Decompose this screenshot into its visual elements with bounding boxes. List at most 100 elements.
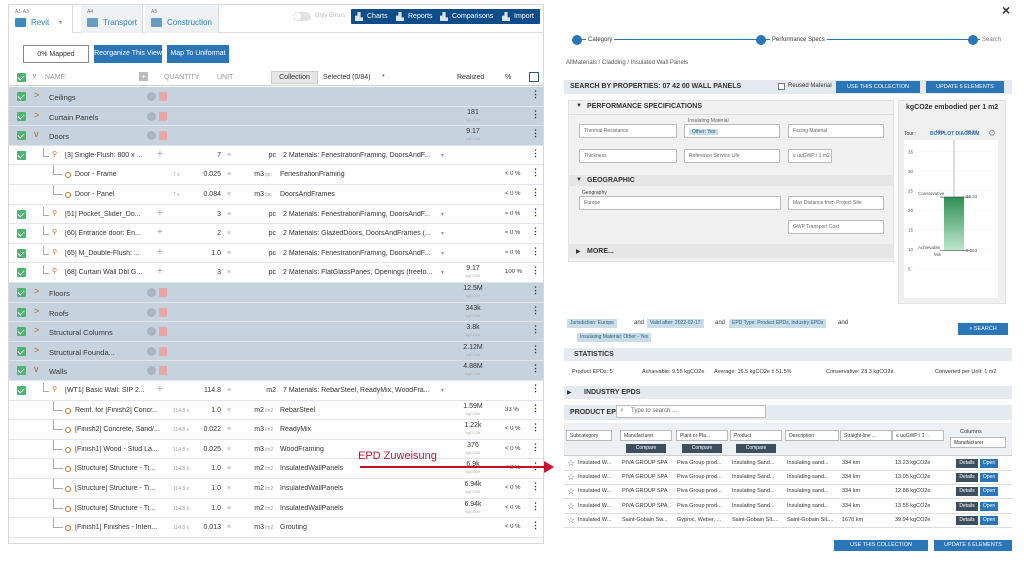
collection[interactable]: 7 Materials: RebarSteel, ReadyMix, WoodF… [283,387,441,394]
chevron-right-icon[interactable]: > [34,325,39,335]
more-icon[interactable]: ⋮ [531,246,540,255]
add-icon[interactable] [147,288,156,297]
header-filter-3[interactable]: Product [730,430,782,441]
collection[interactable]: 2 Materials: FlatGlassPanes, Openings (f… [283,269,441,276]
quantity[interactable]: 2 [189,230,221,237]
select-all-checkbox[interactable] [17,73,26,82]
group-row[interactable]: v Doors 9.17 kgCO2e ⋮ [9,126,543,146]
use-collection-button[interactable]: USE THIS COLLECTION [836,81,920,93]
header-filter-4[interactable]: Description [785,430,839,441]
add-icon[interactable] [147,366,156,376]
more-icon[interactable]: ⋮ [531,148,540,157]
row-checkbox[interactable] [17,386,26,395]
delete-icon[interactable] [159,92,167,101]
more-icon[interactable]: ⋮ [531,344,540,353]
map-uniformat-button[interactable]: Map To Uniformat [167,45,229,63]
comparisons-button[interactable]: Comparisons [436,9,500,24]
delete-icon[interactable] [159,131,167,141]
collection[interactable]: InsulatedWallPanels [280,505,438,512]
group-row[interactable]: > Curtain Panels 181 kgCO2e ⋮ [9,106,543,127]
gear-icon[interactable]: ⚙ [988,128,996,139]
quantity[interactable]: 3 [189,269,221,276]
geography-select[interactable]: Europe [579,196,781,210]
quantity[interactable]: 0.025 [195,446,221,453]
element-row[interactable]: ⚲ [68] Curtain Wall Dbl G... +3 × pc 2 Materi… [9,263,543,283]
collection[interactable]: DoorsAndFrames [280,191,438,198]
star-icon[interactable]: ☆ [567,515,575,526]
quantity[interactable]: 0.022 [195,426,221,433]
thickness-field[interactable]: Thickness [579,149,677,163]
chevron-right-icon[interactable]: > [34,286,39,296]
row-checkbox[interactable] [17,150,26,160]
group-row[interactable]: > Floors 12.5M kgCO2e ⋮ [9,283,543,303]
row-checkbox[interactable] [17,229,26,239]
more-icon[interactable]: ⋮ [531,501,540,510]
element-row[interactable]: ⚲ [65] M_Double-Flush: ... +1.0 × pc 2 Materi… [9,244,543,264]
element-row[interactable]: ⚲ [51] Pocket_Slider_Do... +3 × pc 2 Material… [9,205,543,225]
update-elements-button[interactable]: UPDATE 6 ELEMENTS [926,81,1004,93]
more-icon[interactable]: ⋮ [531,207,540,216]
more-icon[interactable]: ⋮ [531,403,540,412]
quantity[interactable]: 0.025 [195,171,221,178]
more-icon[interactable]: ⋮ [531,305,540,314]
breadcrumb[interactable]: AllMaterials / Cladding / Insulated Wall… [566,60,688,66]
row-checkbox[interactable] [17,92,26,101]
add-icon[interactable]: + [157,384,163,395]
quantity[interactable]: 114.8 [189,387,221,394]
delete-icon[interactable] [159,111,167,121]
details-button[interactable]: Details [956,473,978,483]
more-icon[interactable]: ⋮ [531,90,540,99]
more-icon[interactable]: ⋮ [531,286,540,295]
material-row[interactable]: Door - Panel 7 x 0.084 × m3/pc DoorsAndFrames… [9,185,543,205]
quantity[interactable]: 1.0 [195,465,221,472]
row-checkbox[interactable] [17,131,26,141]
collection[interactable]: 2 Materials: GlazedDoors, DoorsAndFrames… [283,230,441,237]
add-icon[interactable]: + [157,149,163,160]
more-icon[interactable]: ⋮ [531,168,540,177]
group-row[interactable]: v Walls 4.88M kgCO2e ⋮ [9,361,543,381]
chevron-right-icon[interactable]: > [34,306,39,316]
chevron-right-icon[interactable]: > [34,345,39,355]
quantity[interactable]: 0.013 [195,524,221,531]
tab-construction[interactable]: A5 Construction [145,5,219,33]
expand-all-icon[interactable]: + [139,72,148,81]
more-icon[interactable]: ⋮ [531,423,540,432]
group-row[interactable]: > Roofs 343k kgCO2e ⋮ [9,302,543,323]
columns-icon[interactable] [529,72,539,82]
chevron-down-icon[interactable]: v [34,129,39,139]
chevron-right-icon[interactable]: > [34,90,39,100]
row-checkbox[interactable] [17,327,26,337]
epd-row[interactable]: ☆ Insulated W... PIVA GROUP SPA Piva Group … [564,457,1012,471]
epd-row[interactable]: ☆ Insulated W... PIVA GROUP SPA Piva Group … [564,485,1012,500]
col-realized[interactable]: Realized [457,74,484,81]
open-button[interactable]: Open [980,515,998,525]
star-icon[interactable]: ☆ [567,458,575,469]
gwp-field[interactable]: ≤ uuGWP / 1 m2 [788,149,832,163]
group-row[interactable]: > Ceilings ⋮ [9,87,543,107]
add-icon[interactable]: + [157,227,163,238]
details-button[interactable]: Details [956,459,978,468]
tab-transport[interactable]: A4 Transport [81,5,143,33]
add-icon[interactable] [147,131,156,141]
epd-search-input[interactable]: Type to search ... [616,405,766,418]
chevron-down-icon[interactable]: v [34,364,39,374]
open-button[interactable]: Open [980,459,998,468]
service-life-field[interactable]: Reference Service Life [684,149,780,163]
more-icon[interactable]: ⋮ [531,188,540,197]
collection[interactable]: FenestrationFraming [280,171,438,178]
row-checkbox[interactable] [17,268,26,278]
update-elements-button-bottom[interactable]: UPDATE 6 ELEMENTS [934,540,1012,551]
only-errors-toggle[interactable] [293,12,311,21]
header-filter-5[interactable]: Straight-line ... [840,430,892,441]
compare-button[interactable]: Compare [736,444,776,453]
row-checkbox[interactable] [17,366,26,376]
collection[interactable]: InsulatedWallPanels [280,485,438,492]
reorganize-button[interactable]: Reorganize This View [94,45,162,63]
add-icon[interactable]: + [157,247,163,258]
gwp-transport-field[interactable]: GWP Transport Cost [788,220,884,234]
delete-icon[interactable] [159,366,167,376]
charts-button[interactable]: Charts [351,9,394,24]
element-row[interactable]: ⚲ [60] Entrance door: En... +2 × pc 2 Materia… [9,224,543,244]
filter-chip[interactable]: EPD Type: Product EPDs, Industry EPDs [729,319,827,328]
material-row[interactable]: [Finish1] Wood - Stud La... 114.8 x 0.025 ×… [9,439,543,460]
